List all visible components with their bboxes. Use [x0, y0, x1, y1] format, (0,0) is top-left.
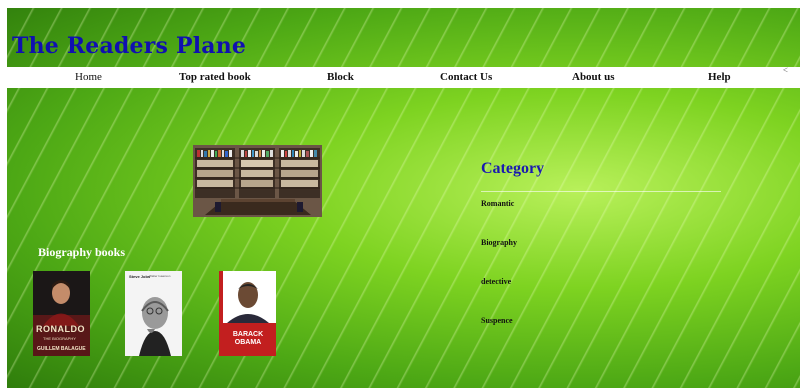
nav-top-rated-book[interactable]: Top rated book — [179, 67, 251, 88]
category-item-suspence[interactable]: Suspence — [481, 316, 513, 325]
obama-cover-title: BARACK OBAMA — [232, 331, 264, 346]
nav-help[interactable]: Help — [708, 67, 731, 88]
ronaldo-cover-title: RONALDO — [36, 324, 85, 334]
steve-jobs-cover-author: Walter Isaacson — [149, 274, 171, 278]
category-item-detective[interactable]: detective — [481, 277, 511, 286]
book-cover-barack-obama[interactable]: BARACK OBAMA — [219, 271, 276, 356]
biography-heading: Biography books — [38, 245, 126, 259]
category-item-biography[interactable]: Biography — [481, 238, 517, 247]
ronaldo-cover-author: GUILLEM BALAGUE — [37, 346, 86, 352]
nav-bar: Home Top rated book Block Contact Us Abo… — [7, 65, 800, 88]
category-heading: Category — [481, 160, 545, 177]
nav-contact-us[interactable]: Contact Us — [440, 67, 492, 88]
book-cover-steve-jobs[interactable]: Steve Jobs Walter Isaacson — [125, 271, 182, 356]
book-cover-ronaldo[interactable]: RONALDO THE BIOGRAPHY GUILLEM BALAGUE — [33, 271, 90, 356]
steve-jobs-cover-art — [125, 271, 182, 356]
page-frame: The Readers Plane Home Top rated book Bl… — [7, 8, 800, 388]
nav-about-us[interactable]: About us — [572, 67, 615, 88]
nav-block[interactable]: Block — [327, 67, 354, 88]
site-title: The Readers Plane — [12, 33, 247, 59]
library-illustration — [193, 145, 322, 217]
ronaldo-cover-subtitle: THE BIOGRAPHY — [43, 336, 76, 341]
category-divider — [481, 191, 721, 192]
category-item-romantic[interactable]: Romantic — [481, 199, 514, 208]
nav-collapse-icon[interactable]: < — [783, 65, 788, 75]
ronaldo-cover-art — [33, 271, 90, 356]
nav-home[interactable]: Home — [75, 67, 102, 88]
library-image — [193, 145, 322, 217]
steve-jobs-cover-title: Steve Jobs — [129, 274, 151, 279]
